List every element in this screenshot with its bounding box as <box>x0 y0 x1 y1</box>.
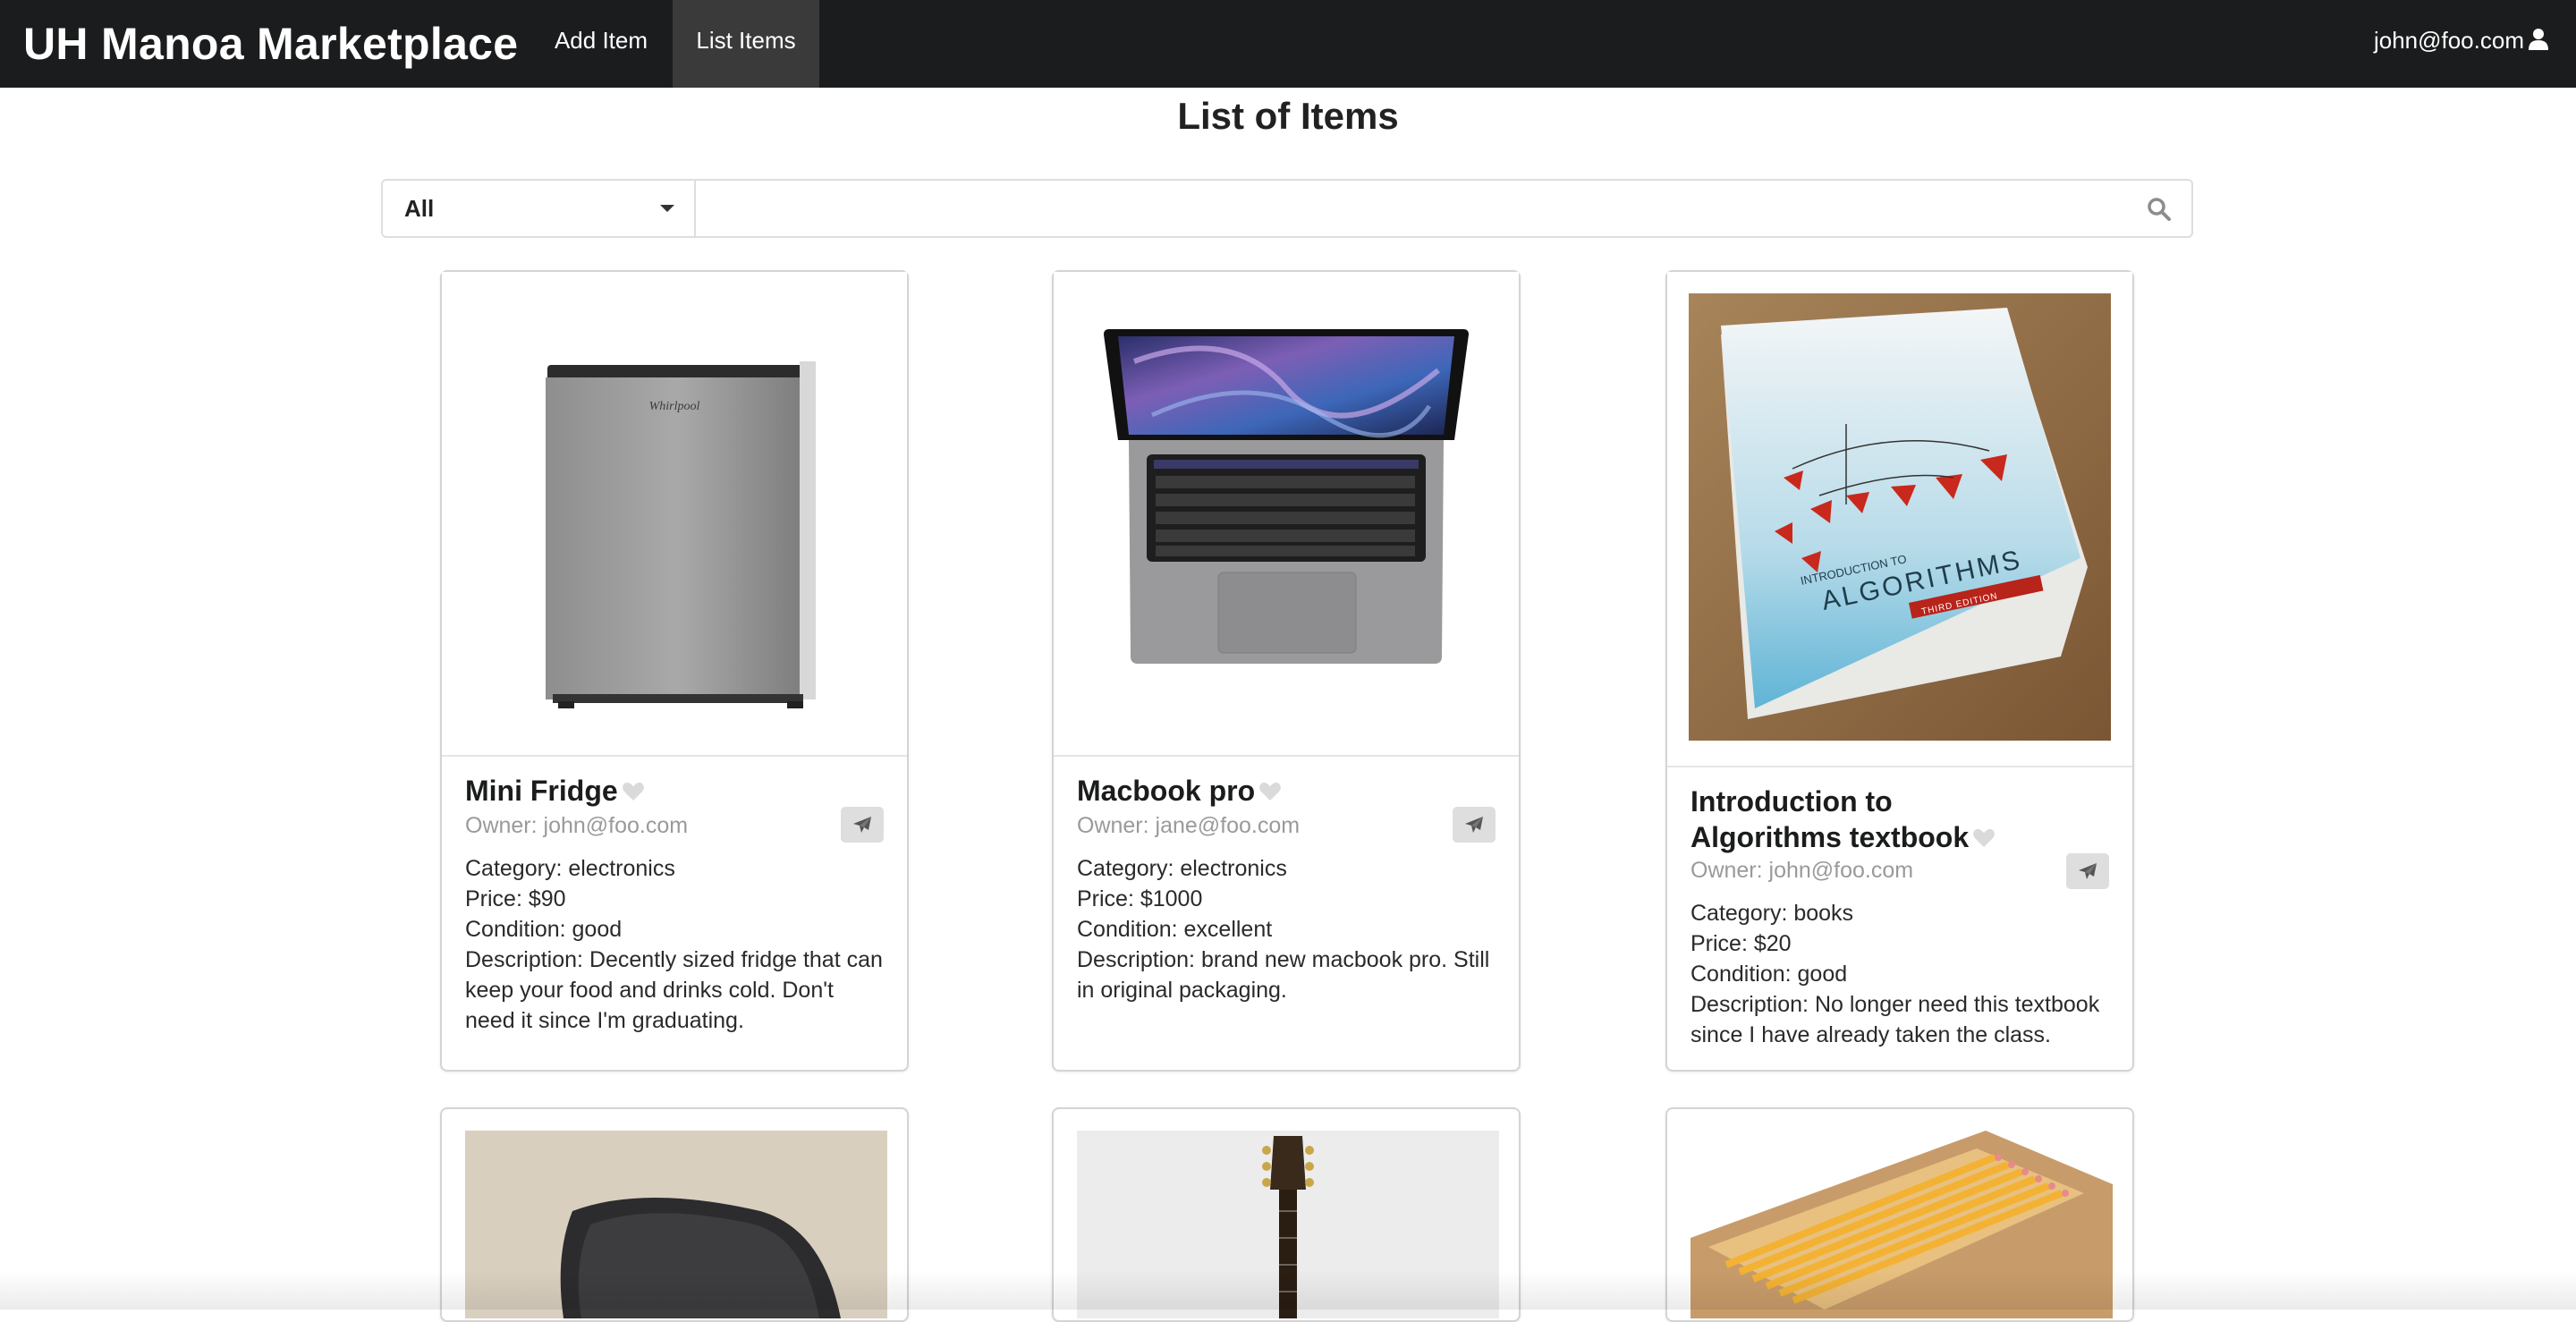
item-price: Price: $20 <box>1690 931 1792 956</box>
nav-add-item[interactable]: Add Item <box>538 0 664 88</box>
item-details: Category: books Price: $20 Condition: go… <box>1690 898 2111 1050</box>
item-card: Whirlpool Mini Fridge Owner: john@foo.co… <box>440 270 909 1072</box>
pencils-box-image <box>1690 1131 2113 1318</box>
item-price: Price: $1000 <box>1077 886 1203 911</box>
item-title: Macbook pro <box>1077 775 1256 807</box>
item-owner: Owner: jane@foo.com <box>1077 813 1301 838</box>
top-navbar: UH Manoa Marketplace Add Item List Items… <box>0 0 2576 88</box>
item-card <box>440 1107 909 1322</box>
guitar-image <box>1077 1131 1499 1318</box>
contact-seller-button[interactable] <box>841 807 884 843</box>
nav-list-items[interactable]: List Items <box>673 0 819 88</box>
item-details: Category: electronics Price: $90 Conditi… <box>465 853 886 1036</box>
item-content: Macbook pro Owner: jane@foo.com Category… <box>1077 773 1497 1005</box>
contact-seller-button[interactable] <box>1453 807 1496 843</box>
item-image: Whirlpool <box>442 272 907 757</box>
item-condition: Condition: good <box>465 917 623 942</box>
item-card: INTRODUCTION TO ALGORITHMS THIRD EDITION… <box>1665 270 2134 1072</box>
paper-plane-icon <box>2079 863 2097 879</box>
paper-plane-icon <box>853 817 871 833</box>
item-content-body: Owner: john@foo.com Category: books Pric… <box>1690 853 2111 1050</box>
item-card <box>1665 1107 2134 1322</box>
item-image <box>1690 1131 2113 1318</box>
item-price: Price: $90 <box>465 886 566 911</box>
fridge-image: Whirlpool <box>442 272 907 755</box>
item-category: Category: electronics <box>465 856 675 881</box>
page-title: List of Items <box>1177 95 1399 137</box>
item-description: Description: brand new macbook pro. Stil… <box>1077 947 1490 1003</box>
item-name: Macbook pro <box>1077 773 1497 809</box>
heart-icon[interactable] <box>622 781 645 802</box>
item-image <box>1054 272 1519 757</box>
item-name: Mini Fridge <box>465 773 886 809</box>
user-icon <box>2529 29 2548 51</box>
item-image: INTRODUCTION TO ALGORITHMS THIRD EDITION <box>1667 272 2132 767</box>
item-content: Mini Fridge Owner: john@foo.com Category… <box>465 773 886 1036</box>
item-content: Introduction to Algorithms textbook <box>1690 784 2025 855</box>
heart-icon[interactable] <box>1972 827 1996 849</box>
contact-seller-button[interactable] <box>2066 853 2109 889</box>
heart-icon[interactable] <box>1258 781 1282 802</box>
item-owner: Owner: john@foo.com <box>465 813 689 838</box>
search-input[interactable] <box>698 181 2129 236</box>
item-condition: Condition: excellent <box>1077 917 1273 942</box>
item-image <box>465 1131 887 1318</box>
brand-link[interactable]: UH Manoa Marketplace <box>23 11 518 77</box>
category-dropdown[interactable]: All <box>383 181 696 236</box>
user-menu[interactable]: john@foo.com <box>2374 0 2549 88</box>
item-card: Macbook pro Owner: jane@foo.com Category… <box>1052 270 1521 1072</box>
search-icon[interactable] <box>2147 197 2172 222</box>
user-email: john@foo.com <box>2373 27 2524 54</box>
search-bar: All <box>381 179 2193 238</box>
laptop-image <box>1054 272 1519 755</box>
paper-plane-icon <box>1465 817 1483 833</box>
item-name: Introduction to Algorithms textbook <box>1690 784 2025 855</box>
item-details: Category: electronics Price: $1000 Condi… <box>1077 853 1497 1005</box>
category-selected-value: All <box>404 195 435 222</box>
svg-text:Whirlpool: Whirlpool <box>649 400 700 413</box>
item-title: Mini Fridge <box>465 775 618 807</box>
item-image <box>1077 1131 1499 1318</box>
item-description: Description: No longer need this textboo… <box>1690 992 2100 1047</box>
item-category: Category: books <box>1690 901 1854 926</box>
office-chair-image <box>465 1131 887 1318</box>
item-owner: Owner: john@foo.com <box>1690 858 1914 883</box>
item-title: Introduction to Algorithms textbook <box>1690 785 1970 853</box>
item-condition: Condition: good <box>1690 962 1848 987</box>
item-card <box>1052 1107 1521 1322</box>
chevron-down-icon <box>660 205 674 212</box>
item-description: Description: Decently sized fridge that … <box>465 947 883 1033</box>
item-category: Category: electronics <box>1077 856 1287 881</box>
textbook-image: INTRODUCTION TO ALGORITHMS THIRD EDITION <box>1667 272 2132 766</box>
